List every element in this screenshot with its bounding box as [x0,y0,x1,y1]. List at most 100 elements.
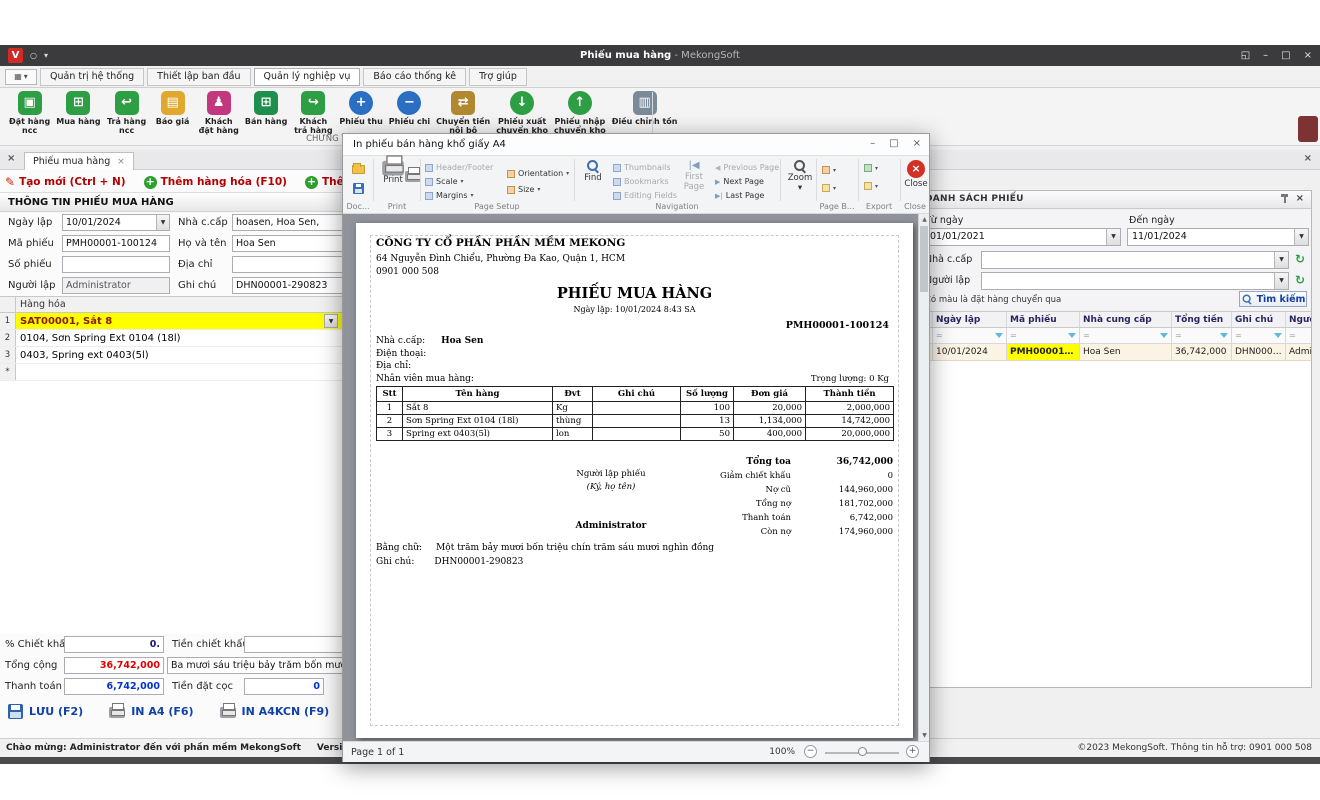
chevron-down-icon[interactable]: ▼ [1274,252,1288,268]
dialog-minimize-button[interactable]: – [870,138,875,149]
filter-cell[interactable]: = [1172,328,1232,343]
toolbar-link[interactable]: ✎Tạo mới (Ctrl + N) [5,175,126,189]
last-page-button[interactable]: ▶|Last Page [715,191,764,200]
grid-cell[interactable]: Hoa Sen [1080,344,1172,360]
funnel-icon[interactable] [1160,333,1168,338]
dialog-close-button[interactable]: × [913,138,921,149]
discount-pct-input[interactable]: 0. [64,636,164,653]
funnel-icon[interactable] [1068,333,1076,338]
orientation-button[interactable]: Orientation▾ [507,169,569,178]
dialog-titlebar[interactable]: In phiếu bán hàng khổ giấy A4 – □ × [343,134,929,156]
action-button[interactable]: IN A4KCN (F9) [220,704,330,718]
editing-fields-button[interactable]: Editing Fields [613,191,677,200]
filter-cell[interactable]: = [1007,328,1080,343]
from-date-input[interactable]: 01/01/2021▼ [925,228,1121,246]
equals-filter-icon[interactable]: = [1010,328,1017,343]
search-button[interactable]: Tìm kiếm [1239,291,1307,307]
ribbon-button[interactable]: ▥Điều chỉnh tồn [609,91,681,126]
funnel-icon[interactable] [1274,333,1282,338]
scale-button[interactable]: Scale▾ [425,177,464,186]
ribbon-button[interactable]: ▤Báo giá [150,91,196,126]
window-close-button[interactable]: × [1304,50,1312,61]
grid-col-header[interactable]: Người [1286,312,1312,327]
previous-page-button[interactable]: ◀Previous Page [715,163,779,172]
grid-cell[interactable]: PMH00001-100124 [1007,344,1080,360]
next-page-button[interactable]: ▶Next Page [715,177,764,186]
filter-creator-input[interactable]: ▼ [981,272,1289,290]
scroll-up-icon[interactable]: ▲ [919,216,929,223]
close-tab-left-icon[interactable]: × [7,153,15,164]
save-document-icon[interactable] [353,183,364,194]
code-input[interactable]: PMH00001-100124 [62,235,170,252]
ribbon-button[interactable]: ↩Trả hàng ncc [104,91,150,136]
window-resize-icon[interactable]: ◱ [1241,50,1250,61]
ribbon-button[interactable]: ▣Đặt hàng ncc [6,91,53,136]
ribbon-button[interactable]: ⊞Bán hàng [242,91,291,126]
action-button[interactable]: LƯU (F2) [8,704,83,719]
items-column-header[interactable]: Hàng hóa [16,297,66,312]
equals-filter-icon[interactable]: = [1235,328,1242,343]
grid-data-row[interactable]: ▸10/01/2024PMH00001-100124Hoa Sen36,742,… [919,344,1312,361]
page-background-button[interactable]: ▾ [822,166,836,174]
ribbon-tab[interactable]: Trợ giúp [469,68,527,86]
scrollbar-thumb[interactable] [920,226,928,292]
ribbon-button[interactable]: ⇄Chuyển tiền nội bộ [433,91,493,136]
ribbon-tab[interactable]: Quản lý nghiệp vụ [254,68,361,86]
ribbon-tab[interactable]: Quản trị hệ thống [40,68,144,86]
grid-col-header[interactable]: Ghi chú [1232,312,1286,327]
preview-area[interactable]: CÔNG TY CỔ PHẦN PHẦN MỀM MEKONG 64 Nguyễ… [343,214,929,741]
grid-col-header[interactable]: Tổng tiền [1172,312,1232,327]
chevron-down-icon[interactable]: ▼ [1294,229,1308,245]
funnel-icon[interactable] [1220,333,1228,338]
grid-filter-row[interactable]: ====== [919,328,1312,344]
ribbon-tab[interactable]: Báo cáo thống kê [363,68,466,86]
thumbnails-button[interactable]: Thumbnails [613,163,670,172]
chevron-down-icon[interactable]: ▼ [156,215,169,230]
dropdown-icon[interactable]: ▼ [324,314,338,328]
bookmarks-button[interactable]: Bookmarks [613,177,669,186]
tab-close-icon[interactable]: × [117,154,125,170]
discount-amt-input[interactable] [244,636,352,653]
pin-icon[interactable] [1280,194,1289,205]
close-panel-icon[interactable]: × [1304,153,1312,164]
app-menu-button[interactable]: ▦▾ [5,69,37,85]
quick-print-icon[interactable] [405,171,421,182]
close-panel-icon[interactable]: × [1296,193,1304,204]
chevron-down-icon[interactable]: ▼ [1274,273,1288,289]
item-cell[interactable]: 0104, Sơn Spring Ext 0104 (18l) [16,330,181,346]
filter-cell[interactable]: = [933,328,1007,343]
number-input[interactable] [62,256,170,273]
ribbon-button[interactable]: ↑Phiếu nhập chuyển kho [551,91,609,136]
first-page-button[interactable]: |◀ First Page [679,160,709,193]
margins-button[interactable]: Margins▾ [425,191,474,200]
zoom-button[interactable]: Zoom ▾ [786,160,814,194]
ribbon-button[interactable]: ♟Khách đặt hàng [196,91,242,136]
grid-cell[interactable]: Administrator [1286,344,1312,360]
quick-access-icon[interactable]: ○ [30,51,37,60]
filter-cell[interactable]: = [1286,328,1312,343]
zoom-in-button[interactable]: + [906,745,919,758]
to-date-input[interactable]: 11/01/2024▼ [1127,228,1309,246]
item-cell[interactable] [16,364,20,380]
preview-scrollbar[interactable]: ▲ ▼ [918,214,929,741]
scroll-down-icon[interactable]: ▼ [919,732,929,739]
date-input[interactable]: 10/01/2024▼ [62,214,170,231]
equals-filter-icon[interactable]: = [1289,328,1296,343]
filter-supplier-input[interactable]: ▼ [981,251,1289,269]
filter-cell[interactable]: = [1080,328,1172,343]
grid-col-header[interactable]: Mã phiếu [1007,312,1080,327]
zoom-slider-thumb[interactable] [858,747,867,756]
dialog-maximize-button[interactable]: □ [889,138,898,149]
send-email-button[interactable]: ▾ [864,182,878,190]
header-footer-button[interactable]: Header/Footer [425,163,493,172]
refresh-icon[interactable]: ↻ [1295,274,1305,286]
grid-col-header[interactable]: Ngày lập [933,312,1007,327]
equals-filter-icon[interactable]: = [936,328,943,343]
funnel-icon[interactable] [995,333,1003,338]
toolbar-link[interactable]: +Thêm hàng hóa (F10) [144,176,287,189]
ribbon-tab[interactable]: Thiết lập ban đầu [147,68,250,86]
open-document-icon[interactable] [352,165,365,174]
equals-filter-icon[interactable]: = [1083,328,1090,343]
watermark-button[interactable]: ▾ [822,184,836,192]
grid-cell[interactable]: DHN00001-290823 [1232,344,1286,360]
